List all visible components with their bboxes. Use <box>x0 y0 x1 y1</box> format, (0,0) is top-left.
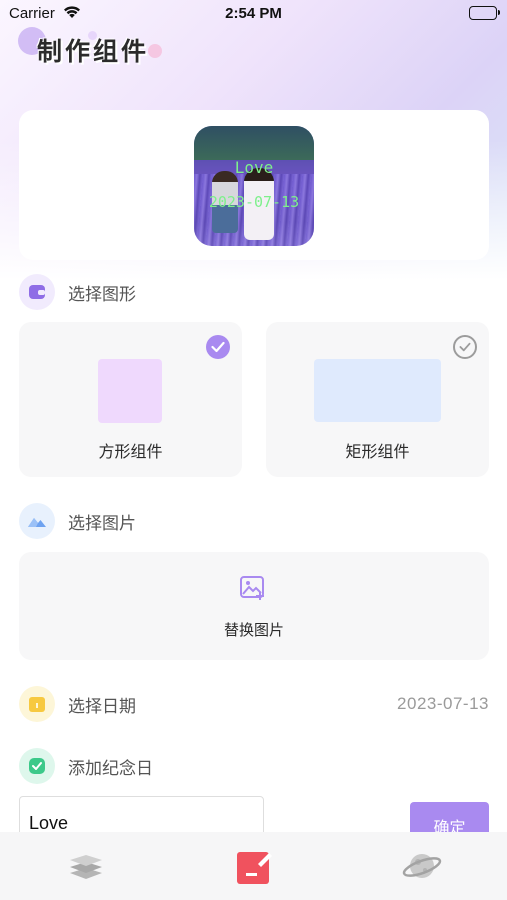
shape-option-label: 矩形组件 <box>345 442 410 461</box>
shape-option-rectangle[interactable]: 矩形组件 <box>266 322 489 477</box>
status-bar: Carrier 2:54 PM <box>0 0 507 28</box>
page-title: 制作组件 <box>37 37 150 66</box>
section-label: 选择图形 <box>68 284 136 305</box>
section-label: 选择图片 <box>68 513 136 534</box>
square-swatch <box>98 359 162 423</box>
selected-check-icon <box>206 335 230 359</box>
check-icon <box>19 748 55 784</box>
battery-icon <box>469 6 500 20</box>
clock: 2:54 PM <box>225 5 282 22</box>
section-choose-shape: 选择图形 <box>19 274 489 310</box>
shape-option-square[interactable]: 方形组件 <box>19 322 242 477</box>
section-choose-image: 选择图片 <box>19 503 489 539</box>
widget-icon <box>19 274 55 310</box>
widget-preview-card: Love 2023-07-13 <box>19 110 489 260</box>
calendar-icon <box>19 686 55 722</box>
decor-dot <box>148 44 162 58</box>
edit-icon[interactable] <box>234 846 274 886</box>
replace-image-button[interactable]: 替换图片 <box>19 552 489 660</box>
replace-image-label: 替换图片 <box>223 621 284 639</box>
selected-date-value: 2023-07-13 <box>397 694 489 713</box>
shape-option-label: 方形组件 <box>98 442 163 461</box>
section-add-anniversary: 添加纪念日 <box>19 748 489 784</box>
add-image-icon <box>239 574 267 602</box>
preview-photo: Love 2023-07-13 <box>194 126 314 246</box>
tab-bar <box>0 832 507 900</box>
planet-icon[interactable] <box>402 846 442 886</box>
section-choose-date[interactable]: 选择日期 2023-07-13 <box>19 686 489 722</box>
section-label: 选择日期 <box>68 696 136 717</box>
section-label: 添加纪念日 <box>68 758 153 779</box>
rectangle-swatch <box>314 359 441 422</box>
unselected-check-icon <box>453 335 477 359</box>
mountain-image-icon <box>19 503 55 539</box>
layers-icon[interactable] <box>66 846 106 886</box>
preview-overlay-text: Love <box>234 158 274 177</box>
preview-overlay-date: 2023-07-13 <box>208 193 300 211</box>
